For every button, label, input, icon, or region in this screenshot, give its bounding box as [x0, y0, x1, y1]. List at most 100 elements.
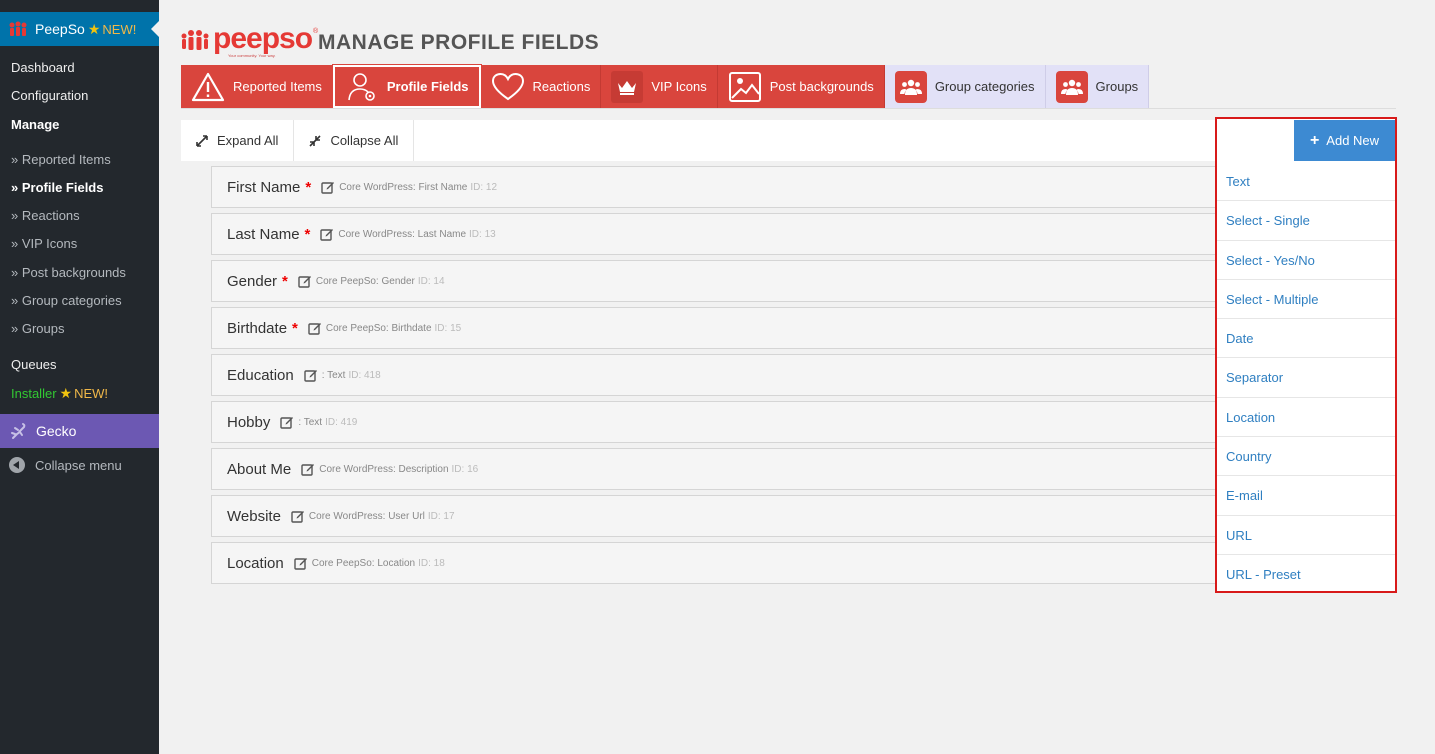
- field-row-website[interactable]: Website Core WordPress: User Url ID: 17: [211, 495, 1216, 537]
- expand-arrows-icon: [196, 134, 208, 147]
- field-name: Education: [227, 366, 294, 384]
- tab-groups[interactable]: Groups: [1045, 65, 1150, 108]
- crown-icon: [611, 70, 644, 103]
- edit-icon[interactable]: [280, 415, 294, 429]
- field-row-location[interactable]: Location Core PeepSo: Location ID: 18: [211, 542, 1216, 584]
- expand-all-label: Expand All: [217, 133, 279, 148]
- field-name: Location: [227, 554, 284, 572]
- field-name: First Name: [227, 178, 301, 196]
- field-row-first-name[interactable]: First Name * Core WordPress: First Name …: [211, 166, 1216, 208]
- star-icon: ★: [87, 20, 101, 37]
- sidebar-item-gecko[interactable]: Gecko: [0, 414, 159, 448]
- field-row-about-me[interactable]: About Me Core WordPress: Description ID:…: [211, 448, 1216, 490]
- field-meta: Core WordPress: First Name: [339, 181, 468, 193]
- option-url[interactable]: URL: [1217, 516, 1395, 555]
- collapse-arrow-icon: [9, 457, 25, 473]
- new-badge: NEW!: [102, 21, 137, 37]
- edit-icon[interactable]: [304, 368, 318, 382]
- add-new-button[interactable]: + Add New: [1294, 120, 1395, 161]
- image-icon: [728, 70, 762, 104]
- peepso-people-icon: [9, 21, 27, 36]
- collapse-all-button[interactable]: Collapse All: [294, 120, 415, 161]
- option-email[interactable]: E-mail: [1217, 476, 1395, 516]
- sidebar-item-reactions[interactable]: » Reactions: [11, 208, 80, 223]
- edit-icon[interactable]: [298, 274, 312, 288]
- option-date[interactable]: Date: [1217, 319, 1395, 359]
- tab-label: Group categories: [934, 79, 1035, 94]
- option-select-single[interactable]: Select - Single: [1217, 201, 1395, 241]
- tab-label: Post backgrounds: [769, 79, 874, 94]
- sidebar-item-configuration[interactable]: Configuration: [11, 88, 88, 103]
- sidebar-item-post-backgrounds[interactable]: » Post backgrounds: [11, 265, 126, 280]
- collapse-menu-button[interactable]: Collapse menu: [9, 457, 122, 473]
- option-text[interactable]: Text: [1217, 162, 1395, 202]
- edit-icon[interactable]: [291, 509, 305, 523]
- add-new-label: Add New: [1326, 133, 1380, 148]
- field-name: Website: [227, 507, 281, 525]
- star-icon: ★: [59, 385, 73, 401]
- installer-new-badge: NEW!: [74, 386, 109, 401]
- option-country[interactable]: Country: [1217, 437, 1395, 477]
- tab-label: VIP Icons: [651, 79, 707, 94]
- logo-tagline: Your community. Your way.: [228, 53, 276, 58]
- compress-arrows-icon: [309, 134, 322, 147]
- warning-triangle-icon: [191, 70, 225, 104]
- heart-icon: [491, 70, 525, 104]
- tab-label: Reported Items: [233, 79, 322, 94]
- sidebar-item-profile-fields[interactable]: » Profile Fields: [11, 180, 103, 195]
- tab-vip-icons[interactable]: VIP Icons: [601, 65, 718, 108]
- field-name: About Me: [227, 460, 292, 478]
- tab-group-categories[interactable]: Group categories: [884, 65, 1046, 108]
- edit-icon[interactable]: [320, 227, 334, 241]
- option-separator[interactable]: Separator: [1217, 358, 1395, 398]
- edit-icon[interactable]: [301, 462, 315, 476]
- field-row-education[interactable]: Education : Text ID: 418: [211, 354, 1216, 396]
- sidebar-item-reported-items[interactable]: » Reported Items: [11, 152, 111, 167]
- field-id: ID: 418: [348, 369, 381, 381]
- sidebar-item-group-categories[interactable]: » Group categories: [11, 293, 122, 308]
- tab-label: Groups: [1095, 79, 1139, 94]
- tab-label: Reactions: [532, 79, 591, 94]
- field-meta: Core PeepSo: Location: [311, 557, 416, 569]
- profile-fields-list: First Name * Core WordPress: First Name …: [211, 166, 1216, 589]
- required-asterisk: *: [282, 272, 288, 290]
- tab-reported-items[interactable]: Reported Items: [181, 65, 333, 108]
- field-type-options: Text Select - Single Select - Yes/No Sel…: [1217, 162, 1395, 594]
- logo-wordmark: peepso: [213, 22, 313, 55]
- sidebar-item-dashboard[interactable]: Dashboard: [11, 60, 75, 75]
- field-meta: Core WordPress: User Url: [308, 510, 425, 522]
- tab-reactions[interactable]: Reactions: [480, 65, 602, 108]
- sidebar-item-installer[interactable]: Installer ★ NEW!: [11, 385, 108, 402]
- edit-icon[interactable]: [321, 180, 335, 194]
- edit-icon[interactable]: [294, 556, 308, 570]
- sidebar-item-vip-icons[interactable]: » VIP Icons: [11, 236, 77, 251]
- field-row-last-name[interactable]: Last Name * Core WordPress: Last Name ID…: [211, 213, 1216, 255]
- option-select-multiple[interactable]: Select - Multiple: [1217, 280, 1395, 320]
- field-meta: : Text: [321, 369, 346, 381]
- field-id: ID: 419: [325, 416, 358, 428]
- sidebar-item-peepso[interactable]: PeepSo ★ NEW!: [0, 12, 159, 46]
- option-url-preset[interactable]: URL - Preset: [1217, 555, 1395, 594]
- field-row-gender[interactable]: Gender * Core PeepSo: Gender ID: 14: [211, 260, 1216, 302]
- option-select-yes-no[interactable]: Select - Yes/No: [1217, 241, 1395, 280]
- field-id: ID: 18: [418, 557, 445, 569]
- field-row-hobby[interactable]: Hobby : Text ID: 419: [211, 401, 1216, 443]
- sidebar-item-queues[interactable]: Queues: [11, 357, 57, 372]
- field-id: ID: 12: [470, 181, 498, 193]
- tab-profile-fields[interactable]: Profile Fields: [331, 64, 482, 109]
- option-location[interactable]: Location: [1217, 398, 1395, 438]
- field-meta: : Text: [298, 416, 323, 428]
- manage-tabs: Reported Items Profile Fields Reactions …: [181, 64, 1150, 109]
- field-id: ID: 16: [451, 463, 479, 475]
- tab-post-backgrounds[interactable]: Post backgrounds: [717, 65, 885, 108]
- expand-all-button[interactable]: Expand All: [181, 120, 295, 161]
- edit-icon[interactable]: [308, 321, 322, 335]
- sidebar-item-manage[interactable]: Manage: [11, 117, 59, 132]
- field-meta: Core WordPress: Last Name: [338, 228, 467, 240]
- field-id: ID: 14: [417, 275, 445, 287]
- field-id: ID: 17: [427, 510, 455, 522]
- field-meta: Core WordPress: Description: [319, 463, 449, 475]
- peepso-logo-icon: [181, 30, 209, 50]
- sidebar-item-groups[interactable]: » Groups: [11, 321, 64, 336]
- field-row-birthdate[interactable]: Birthdate * Core PeepSo: Birthdate ID: 1…: [211, 307, 1216, 349]
